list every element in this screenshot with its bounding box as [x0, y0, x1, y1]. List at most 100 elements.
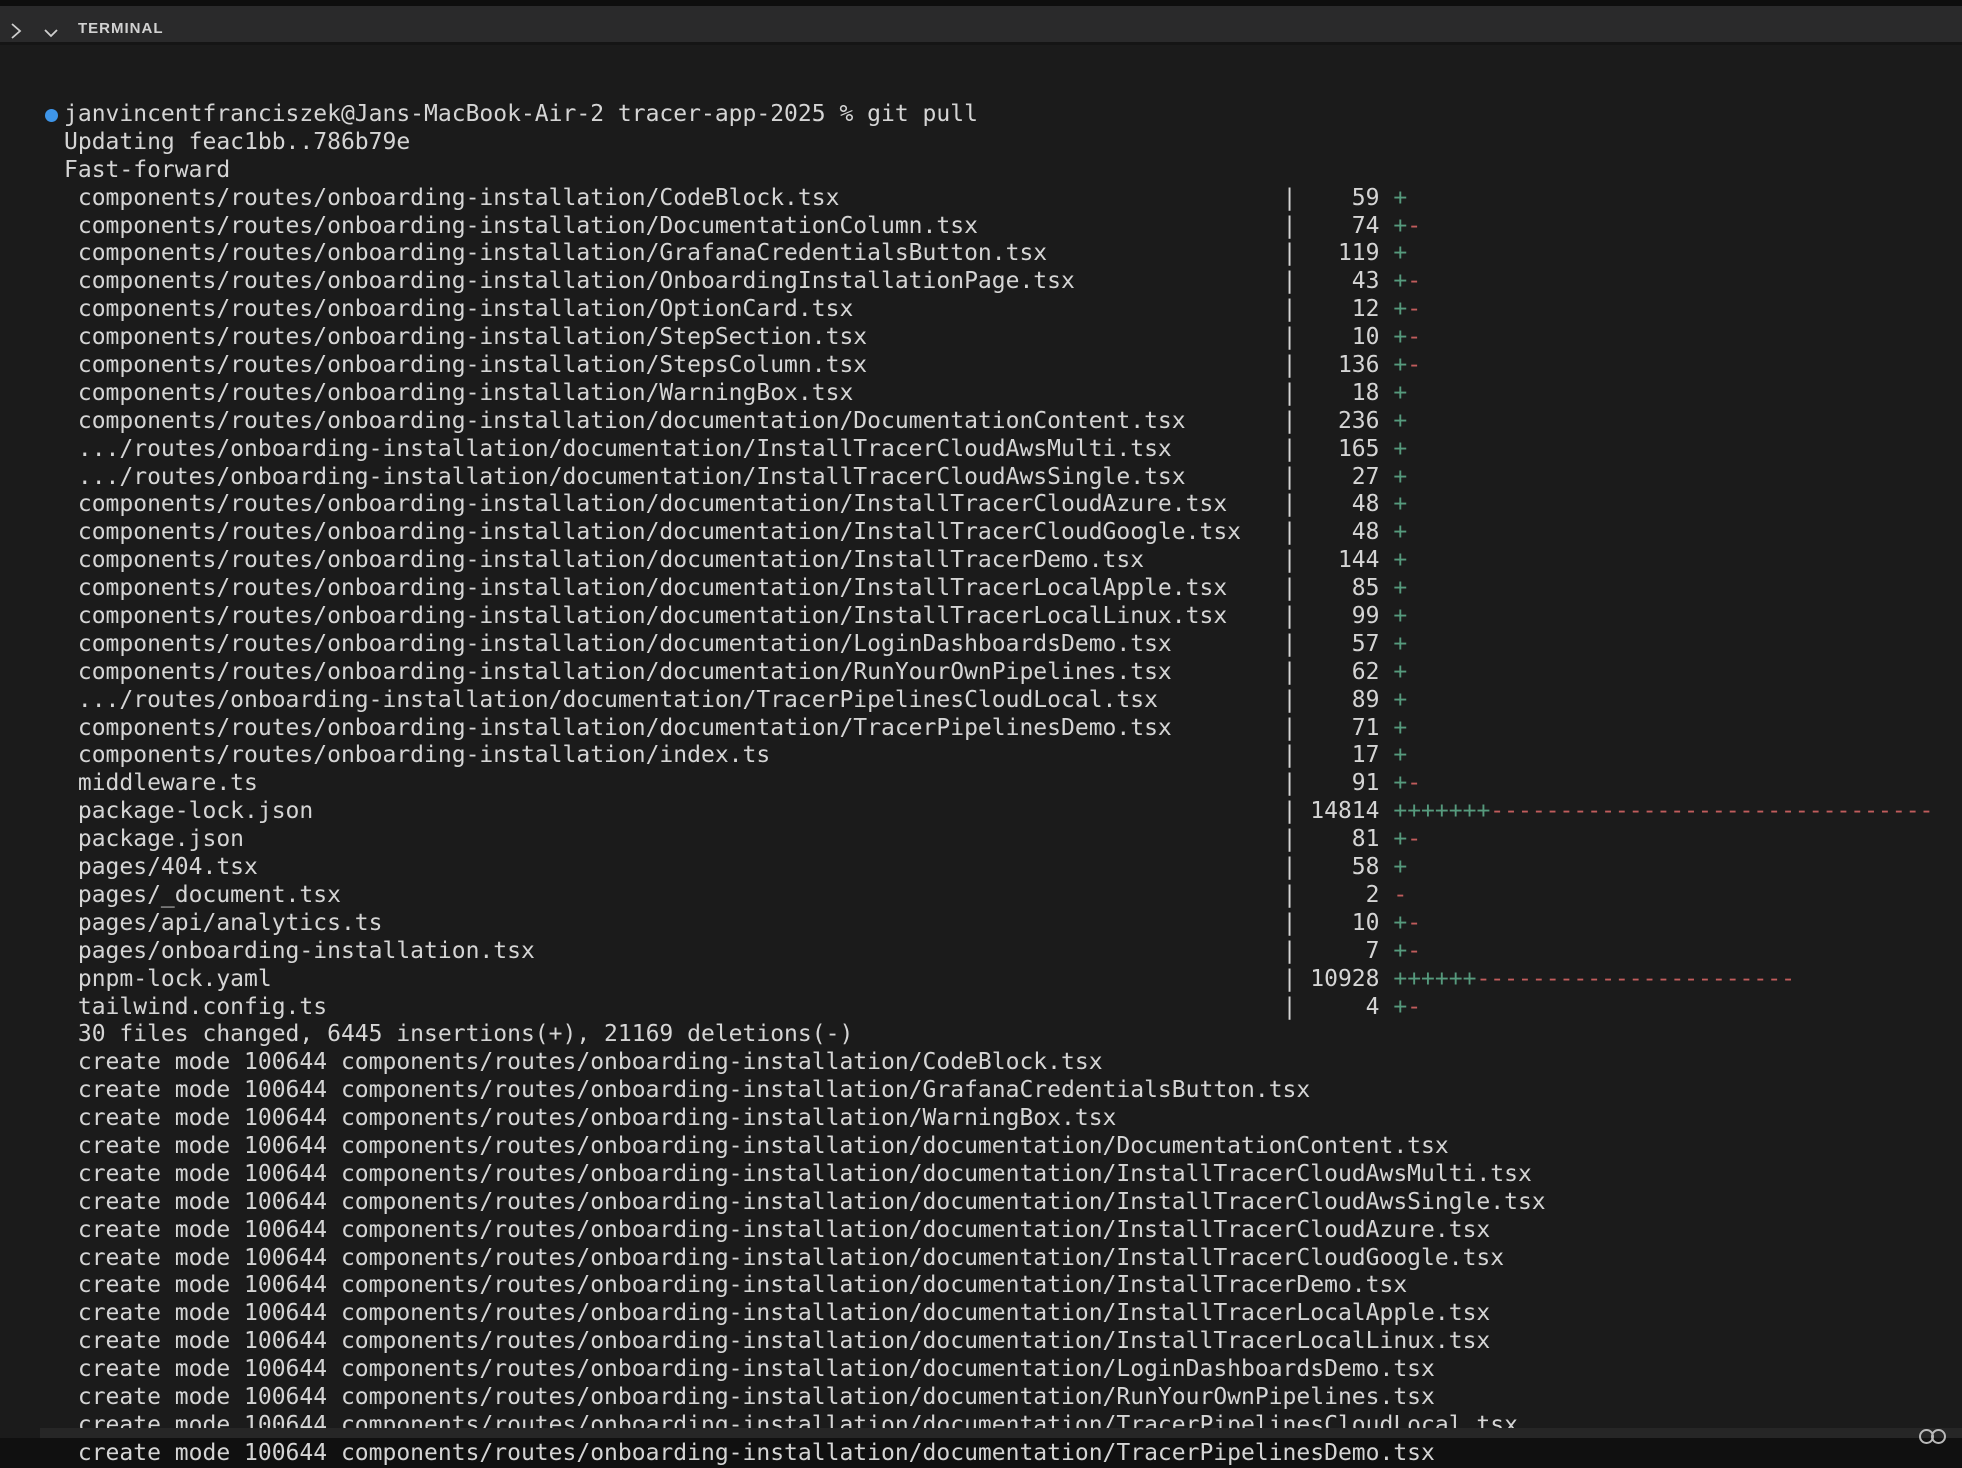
diffstat-row: components/routes/onboarding-installatio… — [64, 268, 1962, 296]
diffstat-file: components/routes/onboarding-installatio… — [64, 603, 1283, 629]
create-mode-line: create mode 100644 components/routes/onb… — [64, 1440, 1962, 1468]
diffstat-count: 59 — [1296, 185, 1393, 211]
diffstat-plus-marks: + — [1393, 770, 1407, 796]
diffstat-count: 48 — [1296, 491, 1393, 517]
diffstat-file: components/routes/onboarding-installatio… — [64, 324, 1283, 350]
diffstat-plus-marks: + — [1393, 324, 1407, 350]
create-mode-line: create mode 100644 components/routes/onb… — [64, 1133, 1962, 1161]
create-mode-line: create mode 100644 components/routes/onb… — [64, 1328, 1962, 1356]
diffstat-count: 99 — [1296, 603, 1393, 629]
diffstat-plus-marks: + — [1393, 910, 1407, 936]
terminal-prompt-line: janvincentfranciszek@Jans-MacBook-Air-2 … — [64, 101, 1962, 129]
diffstat-pipe: | — [1283, 742, 1297, 768]
diffstat-minus-marks: - — [1407, 324, 1421, 350]
diffstat-row: package-lock.json | 14814 +++++++-------… — [64, 798, 1962, 826]
diffstat-file: components/routes/onboarding-installatio… — [64, 631, 1283, 657]
diffstat-count: 2 — [1296, 882, 1393, 908]
diffstat-file: components/routes/onboarding-installatio… — [64, 213, 1283, 239]
diffstat-count: 119 — [1296, 240, 1393, 266]
command-success-dot[interactable] — [45, 109, 58, 122]
diffstat-pipe: | — [1283, 631, 1297, 657]
create-mode-line: create mode 100644 components/routes/onb… — [64, 1049, 1962, 1077]
create-mode-line: create mode 100644 components/routes/onb… — [64, 1384, 1962, 1412]
diffstat-plus-marks: + — [1393, 408, 1407, 434]
create-mode-line: create mode 100644 components/routes/onb… — [64, 1300, 1962, 1328]
diffstat-count: 91 — [1296, 770, 1393, 796]
diffstat-plus-marks: + — [1393, 268, 1407, 294]
diffstat-file: components/routes/onboarding-installatio… — [64, 742, 1283, 768]
diffstat-plus-marks: + — [1393, 994, 1407, 1020]
diffstat-count: 136 — [1296, 352, 1393, 378]
diffstat-pipe: | — [1283, 296, 1297, 322]
diffstat-pipe: | — [1283, 491, 1297, 517]
diffstat-file: components/routes/onboarding-installatio… — [64, 491, 1283, 517]
diffstat-row: components/routes/onboarding-installatio… — [64, 659, 1962, 687]
diffstat-pipe: | — [1283, 185, 1297, 211]
terminal-panel-title[interactable]: TERMINAL — [78, 20, 164, 37]
diffstat-count: 85 — [1296, 575, 1393, 601]
diffstat-plus-marks: + — [1393, 742, 1407, 768]
diffstat-plus-marks: + — [1393, 631, 1407, 657]
diffstat-file: tailwind.config.ts — [64, 994, 1283, 1020]
terminal-output-line: Fast-forward — [64, 157, 1962, 185]
diffstat-row: components/routes/onboarding-installatio… — [64, 742, 1962, 770]
chevron-right-icon[interactable] — [8, 22, 24, 40]
diffstat-minus-marks: - — [1407, 268, 1421, 294]
diffstat-plus-marks: + — [1393, 240, 1407, 266]
diffstat-pipe: | — [1283, 770, 1297, 796]
diffstat-minus-marks: -------------------------------- — [1490, 798, 1933, 824]
diffstat-pipe: | — [1283, 268, 1297, 294]
chevron-down-icon[interactable] — [43, 28, 59, 39]
diffstat-plus-marks: + — [1393, 296, 1407, 322]
diffstat-row: middleware.ts | 91 +- — [64, 770, 1962, 798]
diffstat-pipe: | — [1283, 408, 1297, 434]
diffstat-row: .../routes/onboarding-installation/docum… — [64, 436, 1962, 464]
panel-bottom-edge — [40, 1428, 1962, 1438]
diffstat-row: pages/api/analytics.ts | 10 +- — [64, 910, 1962, 938]
diffstat-count: 18 — [1296, 380, 1393, 406]
diffstat-row: .../routes/onboarding-installation/docum… — [64, 464, 1962, 492]
diffstat-pipe: | — [1283, 575, 1297, 601]
diffstat-plus-marks: + — [1393, 352, 1407, 378]
terminal-output[interactable]: janvincentfranciszek@Jans-MacBook-Air-2 … — [64, 101, 1962, 1468]
diffstat-plus-marks: + — [1393, 491, 1407, 517]
diffstat-row: .../routes/onboarding-installation/docum… — [64, 687, 1962, 715]
diffstat-row: components/routes/onboarding-installatio… — [64, 491, 1962, 519]
diffstat-minus-marks: - — [1407, 938, 1421, 964]
diffstat-minus-marks: - — [1407, 770, 1421, 796]
diffstat-row: components/routes/onboarding-installatio… — [64, 575, 1962, 603]
diffstat-pipe: | — [1283, 324, 1297, 350]
diffstat-file: pages/api/analytics.ts — [64, 910, 1283, 936]
create-mode-line: create mode 100644 components/routes/onb… — [64, 1272, 1962, 1300]
diffstat-file: components/routes/onboarding-installatio… — [64, 380, 1283, 406]
create-mode-line: create mode 100644 components/routes/onb… — [64, 1161, 1962, 1189]
diffstat-file: components/routes/onboarding-installatio… — [64, 408, 1283, 434]
diffstat-plus-marks: + — [1393, 938, 1407, 964]
create-mode-line: create mode 100644 components/routes/onb… — [64, 1245, 1962, 1273]
diffstat-row: components/routes/onboarding-installatio… — [64, 185, 1962, 213]
diffstat-minus-marks: - — [1407, 296, 1421, 322]
diffstat-file: components/routes/onboarding-installatio… — [64, 659, 1283, 685]
diffstat-count: 12 — [1296, 296, 1393, 322]
diffstat-count: 10928 — [1296, 966, 1393, 992]
diffstat-count: 10 — [1296, 324, 1393, 350]
diffstat-count: 165 — [1296, 436, 1393, 462]
diffstat-row: pages/_document.tsx | 2 - — [64, 882, 1962, 910]
diffstat-pipe: | — [1283, 715, 1297, 741]
diffstat-row: pages/404.tsx | 58 + — [64, 854, 1962, 882]
diffstat-minus-marks: - — [1407, 910, 1421, 936]
create-mode-line: create mode 100644 components/routes/onb… — [64, 1077, 1962, 1105]
diffstat-count: 58 — [1296, 854, 1393, 880]
diffstat-row: package.json | 81 +- — [64, 826, 1962, 854]
diffstat-pipe: | — [1283, 659, 1297, 685]
diffstat-minus-marks: - — [1407, 213, 1421, 239]
terminal-panel[interactable]: janvincentfranciszek@Jans-MacBook-Air-2 … — [0, 45, 1962, 1438]
diffstat-count: 62 — [1296, 659, 1393, 685]
diffstat-file: components/routes/onboarding-installatio… — [64, 296, 1283, 322]
cutoff-notification-icon[interactable] — [1919, 1429, 1949, 1445]
diffstat-pipe: | — [1283, 436, 1297, 462]
diffstat-row: pages/onboarding-installation.tsx | 7 +- — [64, 938, 1962, 966]
diffstat-plus-marks: + — [1393, 715, 1407, 741]
diffstat-row: pnpm-lock.yaml | 10928 ++++++-----------… — [64, 966, 1962, 994]
diffstat-file: .../routes/onboarding-installation/docum… — [64, 464, 1283, 490]
